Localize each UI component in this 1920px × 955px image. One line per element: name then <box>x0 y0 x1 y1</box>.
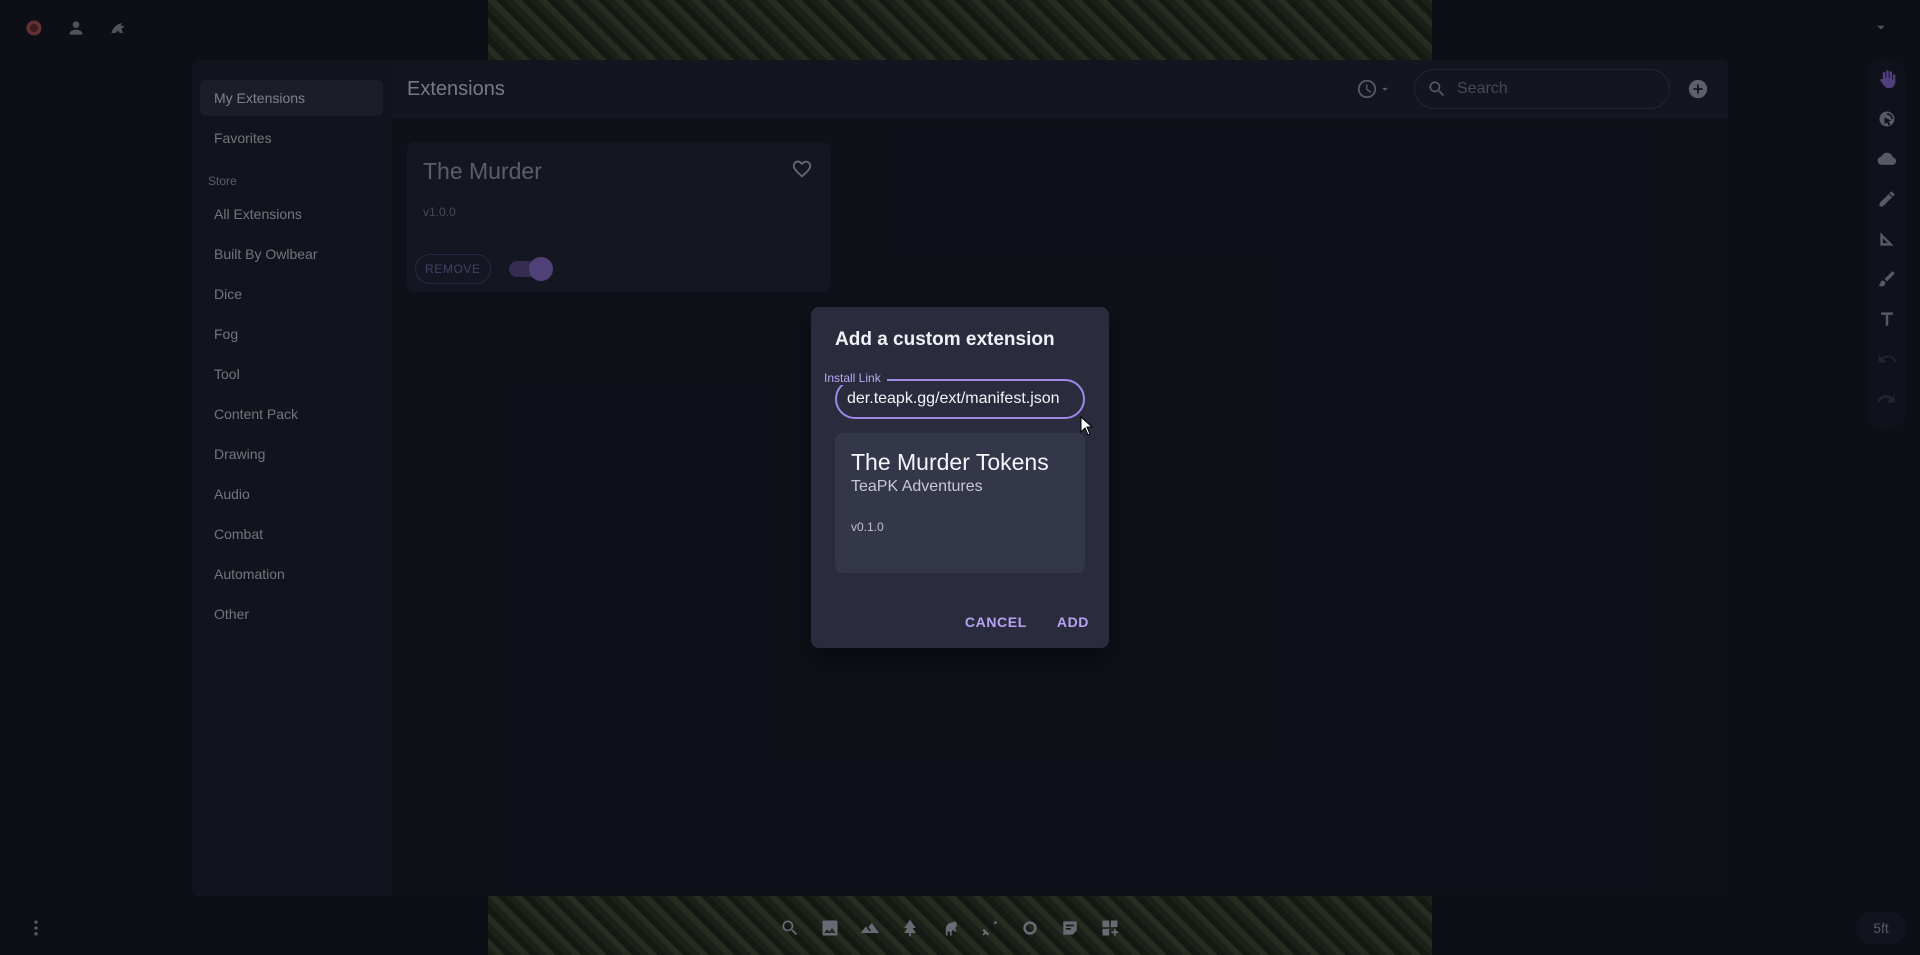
mouse-cursor-icon <box>1080 415 1094 436</box>
add-button[interactable]: ADD <box>1057 614 1089 630</box>
dialog-actions: CANCEL ADD <box>965 614 1089 630</box>
extension-preview-card: The Murder Tokens TeaPK Adventures v0.1.… <box>835 433 1085 573</box>
preview-name: The Murder Tokens <box>851 449 1049 475</box>
dialog-title: Add a custom extension <box>835 329 1055 350</box>
preview-version: v0.1.0 <box>851 520 884 534</box>
preview-author: TeaPK Adventures <box>851 478 983 495</box>
install-link-label: Install Link <box>818 371 887 385</box>
cancel-button[interactable]: CANCEL <box>965 614 1027 630</box>
install-link-input[interactable] <box>847 390 1073 408</box>
install-link-field[interactable] <box>835 379 1085 419</box>
add-custom-extension-dialog: Add a custom extension The Murder Tokens… <box>811 307 1109 648</box>
